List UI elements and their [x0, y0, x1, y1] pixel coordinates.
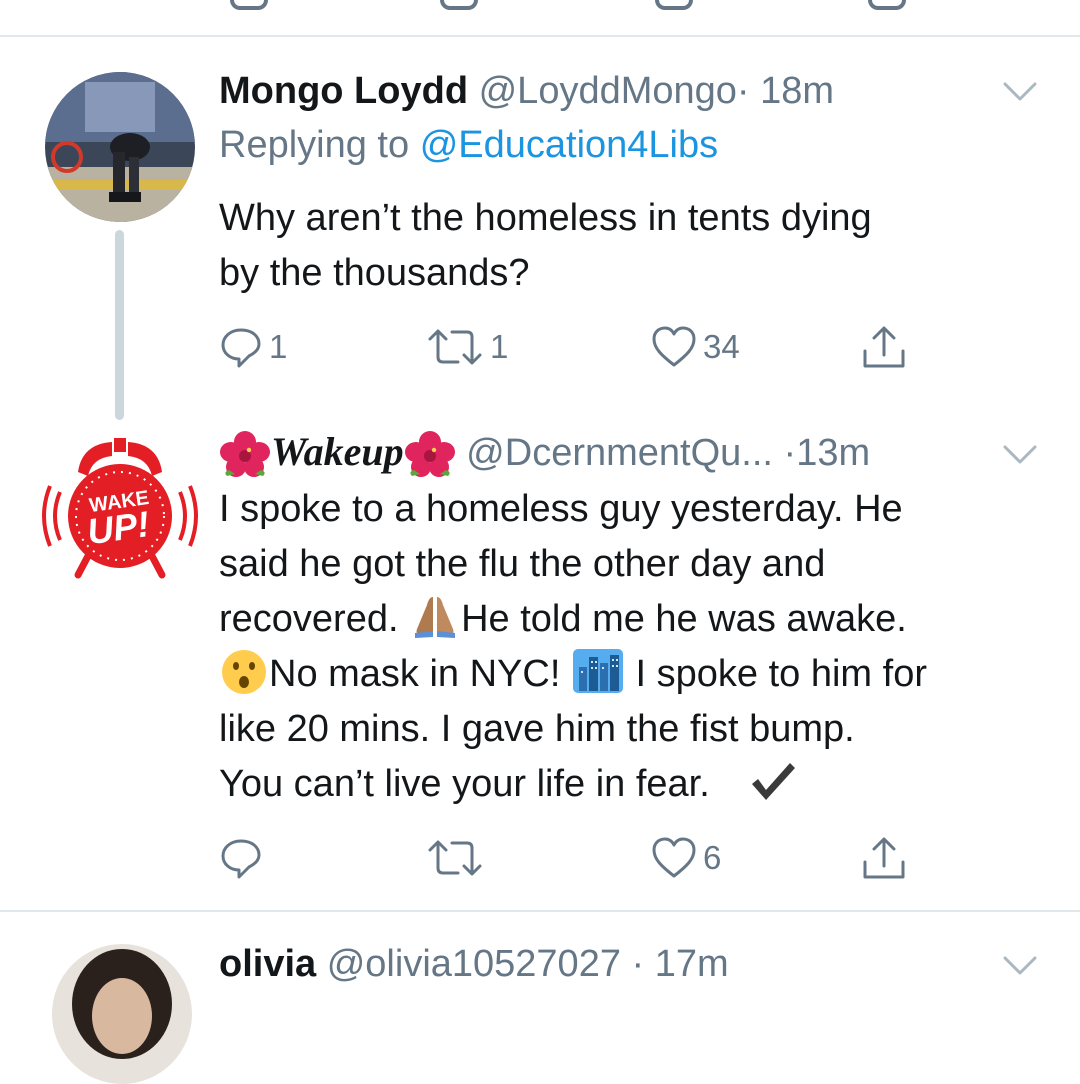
text-line: No mask in NYC! I spoke to him for	[219, 647, 927, 702]
tweet-text: I spoke to a homeless guy yesterday. He …	[219, 482, 927, 812]
share-button[interactable]	[861, 833, 907, 883]
text-line: recovered. He told me he was awake.	[219, 592, 927, 647]
reply-icon	[221, 839, 261, 879]
caret-down-icon[interactable]	[1002, 954, 1038, 978]
tweet-actions: 1 1 34	[219, 322, 939, 372]
tweet-header: Mongo Loydd @LoyddMongo· 18m	[219, 68, 834, 114]
text-segment: No mask in NYC!	[269, 653, 561, 695]
share-icon[interactable]	[868, 0, 906, 10]
like-icon[interactable]	[655, 0, 693, 10]
text-line: said he got the flu the other day and	[219, 543, 826, 585]
like-count: 6	[703, 839, 722, 876]
like-count: 34	[703, 328, 740, 365]
divider	[0, 35, 1080, 37]
retweet-button[interactable]	[426, 833, 484, 883]
cityscape-icon	[572, 648, 623, 693]
reply-icon[interactable]	[230, 0, 268, 10]
reply-icon	[221, 328, 261, 368]
display-name[interactable]: Wakeup	[271, 429, 404, 474]
text-segment: I spoke to him for	[635, 653, 927, 695]
handle[interactable]: @LoyddMongo	[479, 70, 737, 112]
timestamp[interactable]: 13m	[796, 432, 870, 474]
avatar[interactable]	[45, 72, 195, 222]
hibiscus-icon	[220, 430, 270, 477]
share-icon	[863, 837, 905, 879]
tweet-actions: 6	[219, 833, 939, 883]
retweet-icon	[428, 840, 482, 876]
folded-hands-icon	[415, 596, 456, 638]
text-line: You can’t live your life in fear.	[219, 757, 927, 812]
handle[interactable]: @DcernmentQu...	[466, 432, 773, 474]
text-line: I spoke to a homeless guy yesterday. He	[219, 488, 903, 530]
thread-connector	[115, 230, 124, 420]
separator: ·	[736, 70, 750, 112]
avatar[interactable]: WAKE UP!	[40, 430, 200, 585]
timestamp[interactable]: 17m	[655, 943, 729, 985]
display-name[interactable]: Mongo Loydd	[219, 70, 468, 112]
like-button[interactable]: 6	[651, 833, 721, 883]
caret-down-icon[interactable]	[1002, 443, 1038, 467]
reply-count: 1	[269, 328, 288, 365]
replying-handle-link[interactable]: @Education4Libs	[420, 124, 718, 166]
replying-label: Replying to	[219, 124, 410, 166]
timestamp[interactable]: 18m	[760, 70, 834, 112]
display-name[interactable]: olivia	[219, 943, 316, 985]
text-line: like 20 mins. I gave him the fist bump.	[219, 708, 855, 750]
replying-to: Replying to @Education4Libs	[219, 124, 718, 167]
reply-button[interactable]	[219, 833, 263, 883]
text-segment: You can’t live your life in fear.	[219, 763, 710, 805]
avatar-text-bottom: UP!	[85, 503, 152, 552]
check-mark-icon	[752, 762, 796, 800]
retweet-icon	[428, 329, 482, 365]
like-icon	[652, 837, 696, 878]
tweet-header: olivia @olivia10527027 · 17m	[219, 941, 729, 987]
text-line: Why aren’t the homeless in tents dying	[219, 197, 872, 239]
reply-button[interactable]: 1	[219, 322, 287, 372]
separator: ·	[783, 432, 797, 474]
like-icon	[652, 326, 696, 367]
tweet-text: Why aren’t the homeless in tents dying b…	[219, 191, 872, 301]
avatar[interactable]	[52, 944, 192, 1084]
astonished-face-icon	[222, 649, 266, 694]
divider	[0, 910, 1080, 912]
text-segment: He told me he was awake.	[461, 598, 907, 640]
retweet-icon[interactable]	[440, 0, 478, 10]
hibiscus-icon	[404, 430, 455, 477]
retweet-button[interactable]: 1	[426, 322, 508, 372]
retweet-count: 1	[490, 328, 509, 365]
share-button[interactable]	[861, 322, 907, 372]
text-segment: recovered.	[219, 598, 399, 640]
handle[interactable]: @olivia10527027	[327, 943, 621, 985]
share-icon	[863, 326, 905, 368]
previous-tweet-actions	[0, 0, 1080, 36]
text-line: by the thousands?	[219, 252, 530, 294]
caret-down-icon[interactable]	[1002, 80, 1038, 104]
separator: ·	[631, 943, 645, 985]
tweet-header: Wakeup @DcernmentQu... ·13m	[219, 429, 870, 480]
like-button[interactable]: 34	[651, 322, 740, 372]
